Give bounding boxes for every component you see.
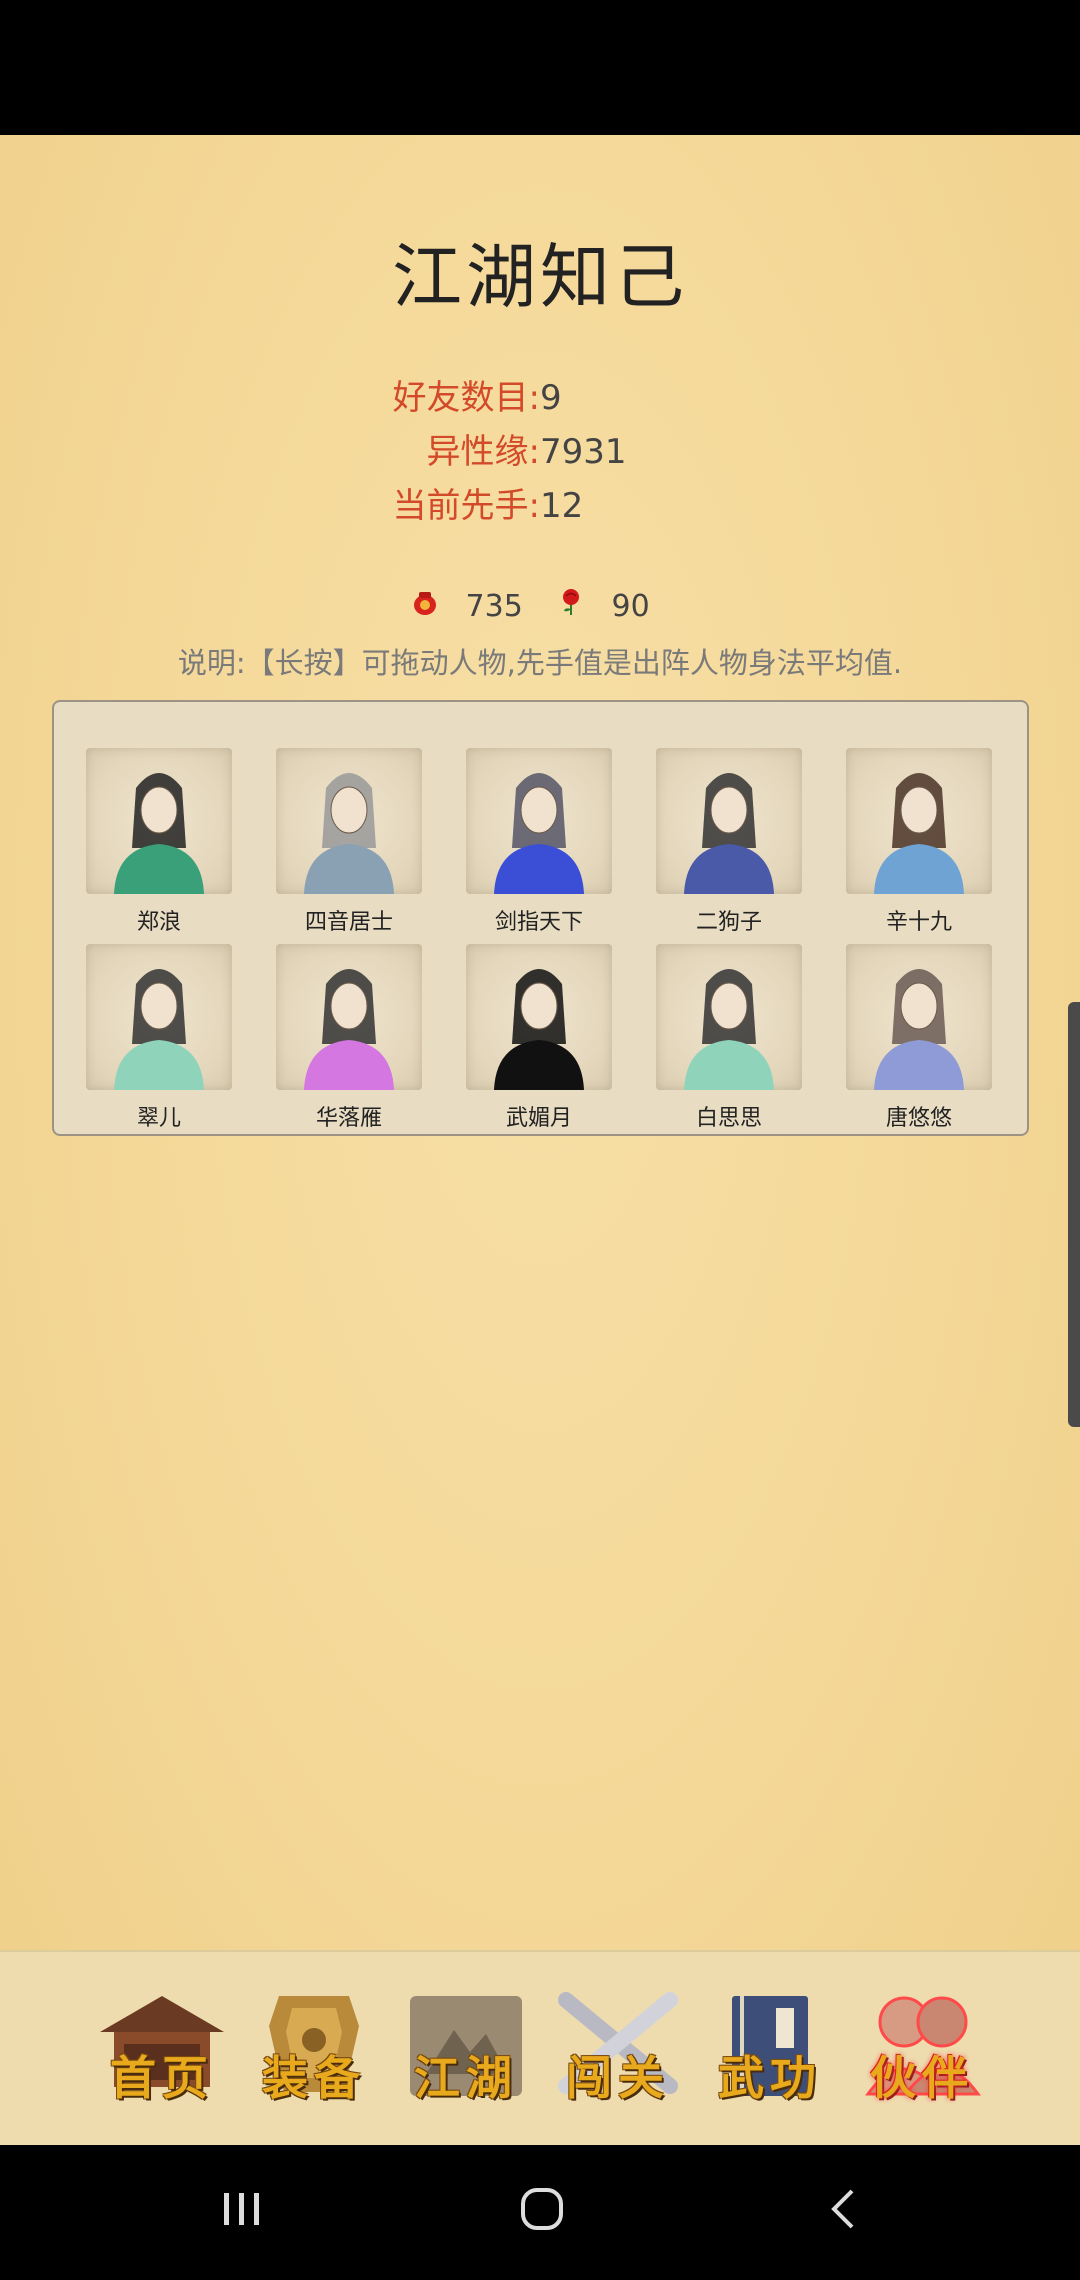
partner-name: 唐悠悠 [885, 1106, 952, 1131]
partner-portrait [276, 944, 422, 1090]
partner-name: 二狗子 [695, 910, 762, 935]
system-navigation-bar [0, 2145, 1080, 2280]
pouch-currency: 735 [410, 585, 523, 630]
partner-card[interactable]: 武媚月 [466, 944, 612, 1132]
rose-currency: 90 [556, 585, 650, 630]
partner-portrait [656, 748, 802, 894]
nav-jianghu-label: 江湖 [414, 2051, 518, 2105]
partner-name: 武媚月 [505, 1106, 572, 1131]
partner-name: 郑浪 [136, 910, 181, 935]
partner-portrait [846, 944, 992, 1090]
initiative-row: 当前先手: 12 [0, 479, 584, 533]
affinity-row: 异性缘: 7931 [0, 425, 627, 479]
nav-partner[interactable]: 伙伴 [852, 1982, 992, 2112]
partner-name: 四音居士 [304, 910, 393, 935]
partner-name: 华落雁 [315, 1106, 382, 1131]
partner-card[interactable]: 翠儿 [86, 944, 232, 1132]
rose-value: 90 [611, 589, 650, 624]
partner-portrait [656, 944, 802, 1090]
friends-count-label: 好友数目: [392, 378, 540, 418]
red-pouch-icon [410, 586, 440, 630]
nav-partner-label: 伙伴 [870, 2051, 974, 2105]
friends-count-row: 好友数目: 9 [0, 371, 562, 425]
partner-card[interactable]: 四音居士 [276, 748, 422, 936]
partner-portrait [466, 748, 612, 894]
partner-name: 剑指天下 [494, 910, 583, 935]
partner-card[interactable]: 白思思 [656, 944, 802, 1132]
friends-count-value: 9 [540, 378, 562, 418]
partner-card[interactable]: 剑指天下 [466, 748, 612, 936]
partner-grid-panel: 郑浪 四音居士 剑指天下 二狗子 辛十九翠儿 华落雁 武媚月 白思思 唐悠悠 [52, 700, 1029, 1136]
nav-jianghu[interactable]: 江湖 [396, 1982, 536, 2112]
initiative-label: 当前先手: [392, 486, 540, 526]
nav-home[interactable]: 首页 [92, 1982, 232, 2112]
nav-equipment-label: 装备 [262, 2051, 366, 2105]
bottom-nav-bar: 首页 装备 江湖 闯关 武功 伙伴 [0, 1950, 1080, 2145]
nav-challenge-label: 闯关 [566, 2051, 670, 2105]
partner-page: 江湖知己 好友数目: 9 异性缘: 7931 当前先手: 12 735 90 说… [0, 135, 1080, 2145]
page-title: 江湖知己 [392, 236, 688, 318]
partner-portrait [86, 944, 232, 1090]
partner-card[interactable]: 郑浪 [86, 748, 232, 936]
nav-martial-arts-label: 武功 [718, 2051, 822, 2105]
partner-card[interactable]: 华落雁 [276, 944, 422, 1132]
scrollbar[interactable] [1068, 1002, 1080, 1427]
initiative-value: 12 [540, 486, 584, 526]
instruction-text: 说明:【长按】可拖动人物,先手值是出阵人物身法平均值. [177, 646, 903, 680]
partner-card[interactable]: 唐悠悠 [846, 944, 992, 1132]
partner-name: 翠儿 [136, 1106, 181, 1131]
partner-card[interactable]: 辛十九 [846, 748, 992, 936]
back-icon[interactable] [820, 2185, 868, 2233]
home-icon[interactable] [518, 2185, 566, 2233]
nav-martial-arts[interactable]: 武功 [700, 1982, 840, 2112]
affinity-label: 异性缘: [426, 432, 540, 472]
partner-name: 白思思 [695, 1106, 762, 1131]
partner-portrait [86, 748, 232, 894]
partner-portrait [276, 748, 422, 894]
nav-challenge[interactable]: 闯关 [548, 1982, 688, 2112]
partner-portrait [846, 748, 992, 894]
partner-name: 辛十九 [885, 910, 952, 935]
partner-portrait [466, 944, 612, 1090]
nav-equipment[interactable]: 装备 [244, 1982, 384, 2112]
pouch-value: 735 [465, 589, 523, 624]
status-bar [0, 0, 1080, 135]
nav-home-label: 首页 [110, 2051, 214, 2105]
affinity-value: 7931 [540, 432, 627, 472]
partner-card[interactable]: 二狗子 [656, 748, 802, 936]
red-rose-icon [556, 586, 586, 630]
recent-apps-icon[interactable] [218, 2185, 266, 2233]
